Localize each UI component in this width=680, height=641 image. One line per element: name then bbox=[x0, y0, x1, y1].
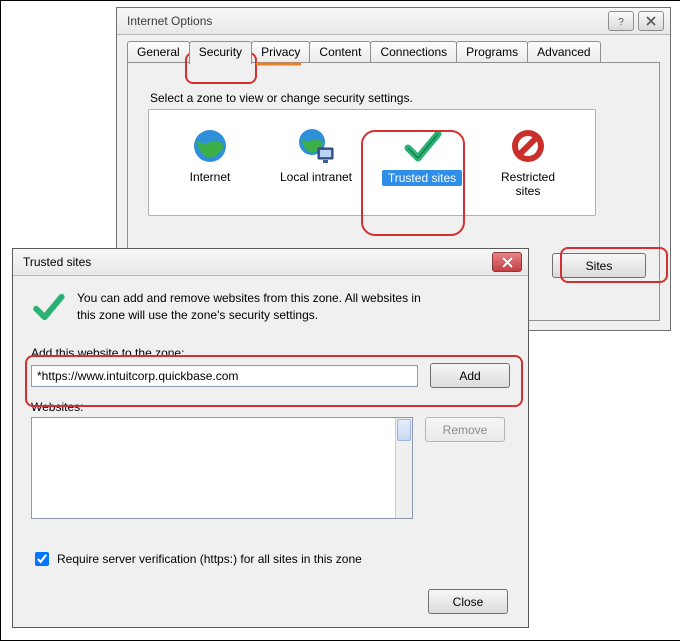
tab-advanced[interactable]: Advanced bbox=[527, 41, 600, 64]
add-website-input[interactable] bbox=[31, 365, 418, 387]
internet-options-titlebar: Internet Options ? bbox=[117, 8, 670, 35]
add-website-label: Add this website to the zone: bbox=[31, 346, 510, 360]
trusted-sites-dialog: Trusted sites You can add and remove web… bbox=[12, 248, 529, 628]
sites-button[interactable]: Sites bbox=[552, 253, 646, 278]
zone-internet-label: Internet bbox=[190, 170, 231, 184]
zone-intranet-label: Local intranet bbox=[280, 170, 352, 184]
globe-icon bbox=[190, 126, 230, 166]
zone-restricted-sites[interactable]: Restricted sites bbox=[475, 120, 581, 205]
tabs: General Security Privacy Content Connect… bbox=[127, 41, 600, 64]
trusted-sites-title: Trusted sites bbox=[23, 255, 492, 269]
scrollbar-thumb[interactable] bbox=[397, 419, 411, 441]
require-https-checkbox[interactable] bbox=[35, 552, 49, 566]
zone-heading: Select a zone to view or change security… bbox=[150, 91, 641, 105]
close-icon[interactable] bbox=[638, 11, 664, 31]
zone-restricted-label: Restricted sites bbox=[501, 170, 555, 199]
checkmark-icon bbox=[402, 126, 442, 166]
websites-listbox[interactable] bbox=[31, 417, 413, 519]
svg-text:?: ? bbox=[618, 17, 624, 26]
internet-options-title: Internet Options bbox=[127, 14, 604, 28]
tab-connections[interactable]: Connections bbox=[370, 41, 457, 64]
zone-selector: Internet Local intranet bbox=[148, 109, 596, 216]
tab-general[interactable]: General bbox=[127, 41, 190, 64]
help-button[interactable]: ? bbox=[608, 11, 634, 31]
zone-internet[interactable]: Internet bbox=[157, 120, 263, 205]
trusted-sites-intro: You can add and remove websites from thi… bbox=[77, 290, 421, 324]
no-entry-icon bbox=[508, 126, 548, 166]
scrollbar[interactable] bbox=[395, 418, 412, 518]
globe-monitor-icon bbox=[296, 126, 336, 166]
zone-local-intranet[interactable]: Local intranet bbox=[263, 120, 369, 205]
close-icon[interactable] bbox=[492, 252, 522, 272]
tab-privacy[interactable]: Privacy bbox=[251, 41, 310, 64]
websites-label: Websites: bbox=[31, 400, 510, 414]
require-https-label: Require server verification (https:) for… bbox=[57, 552, 362, 566]
tab-security[interactable]: Security bbox=[189, 41, 252, 64]
checkmark-icon bbox=[31, 290, 65, 324]
trusted-sites-titlebar: Trusted sites bbox=[13, 249, 528, 276]
close-button[interactable]: Close bbox=[428, 589, 508, 614]
tab-content[interactable]: Content bbox=[309, 41, 371, 64]
require-https-row[interactable]: Require server verification (https:) for… bbox=[31, 549, 510, 569]
tab-programs[interactable]: Programs bbox=[456, 41, 528, 64]
zone-trusted-label: Trusted sites bbox=[382, 170, 462, 186]
zone-trusted-sites[interactable]: Trusted sites bbox=[369, 120, 475, 205]
add-button[interactable]: Add bbox=[430, 363, 510, 388]
remove-button[interactable]: Remove bbox=[425, 417, 505, 442]
